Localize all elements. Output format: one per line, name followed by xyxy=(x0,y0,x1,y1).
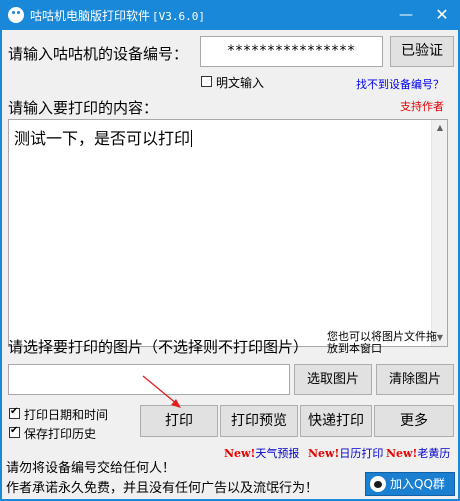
quick-print-button[interactable]: 快递打印 xyxy=(300,405,372,437)
client-area: 请输入咕咕机的设备编号： **************** 已验证 明文输入 找… xyxy=(2,30,458,499)
save-history-label[interactable]: 保存打印历史 xyxy=(24,425,96,442)
free-promise-notice: 作者承诺永久免费，并且没有任何广告以及流氓行为！ xyxy=(6,481,319,496)
print-date-checkbox[interactable] xyxy=(9,406,20,419)
device-label: 请输入咕咕机的设备编号： xyxy=(8,45,189,63)
join-qq-group-label: 加入QQ群 xyxy=(390,477,445,491)
verify-button[interactable]: 已验证 xyxy=(390,36,454,67)
scroll-up-icon[interactable]: ▲ xyxy=(432,120,448,136)
calendar-promo-link[interactable]: New!日历打印 xyxy=(308,445,383,461)
qq-penguin-icon xyxy=(370,476,386,492)
show-plaintext-label[interactable]: 明文输入 xyxy=(216,74,264,91)
print-content-text: 测试一下，是否可以打印 xyxy=(14,125,193,149)
minimize-button[interactable]: — xyxy=(388,0,424,30)
support-author-link[interactable]: 支持作者 xyxy=(400,98,444,114)
new-tag: New! xyxy=(386,447,418,460)
red-arrow-icon xyxy=(142,375,181,408)
text-caret xyxy=(191,130,193,147)
close-button[interactable]: ✕ xyxy=(424,0,460,30)
device-number-input[interactable]: **************** xyxy=(200,36,383,67)
weather-label: 天气预报 xyxy=(255,447,300,460)
show-plaintext-checkbox[interactable] xyxy=(201,76,212,87)
window-title-text: 咕咕机电脑版打印软件 xyxy=(30,9,151,23)
image-label: 请选择要打印的图片（不选择则不打印图片） xyxy=(8,338,309,356)
print-date-label[interactable]: 打印日期和时间 xyxy=(24,406,108,423)
select-image-button[interactable]: 选取图片 xyxy=(294,364,372,395)
textarea-scrollbar[interactable]: ▲ ▼ xyxy=(431,120,447,346)
app-window: 咕咕机电脑版打印软件 [V3.6.0] — ✕ 请输入咕咕机的设备编号： ****… xyxy=(0,0,460,501)
calendar-label: 日历打印 xyxy=(339,447,384,460)
content-label: 请输入要打印的内容： xyxy=(8,99,159,117)
weather-promo-link[interactable]: New!天气预报 xyxy=(224,445,299,461)
window-title: 咕咕机电脑版打印软件 [V3.6.0] xyxy=(30,7,205,24)
clear-image-button[interactable]: 清除图片 xyxy=(376,364,454,395)
print-content-textarea[interactable]: 测试一下，是否可以打印 ▲ ▼ xyxy=(8,119,448,347)
drag-drop-hint: 您也可以将图片文件拖放到本窗口 xyxy=(327,330,437,355)
device-not-found-link[interactable]: 找不到设备编号？ xyxy=(356,76,444,92)
security-notice: 请勿将设备编号交给任何人！ xyxy=(6,461,176,476)
window-version: [V3.6.0] xyxy=(152,10,205,23)
join-qq-group-button[interactable]: 加入QQ群 xyxy=(365,472,455,496)
almanac-promo-link[interactable]: New!老黄历 xyxy=(386,445,450,461)
save-history-checkbox[interactable] xyxy=(9,425,20,438)
app-logo-icon xyxy=(8,7,24,23)
print-preview-button[interactable]: 打印预览 xyxy=(220,405,298,437)
print-content-value: 测试一下，是否可以打印 xyxy=(14,129,191,148)
almanac-label: 老黄历 xyxy=(417,447,451,460)
title-bar[interactable]: 咕咕机电脑版打印软件 [V3.6.0] — ✕ xyxy=(0,0,460,30)
new-tag: New! xyxy=(308,447,340,460)
more-button[interactable]: 更多 xyxy=(374,405,454,437)
new-tag: New! xyxy=(224,447,256,460)
